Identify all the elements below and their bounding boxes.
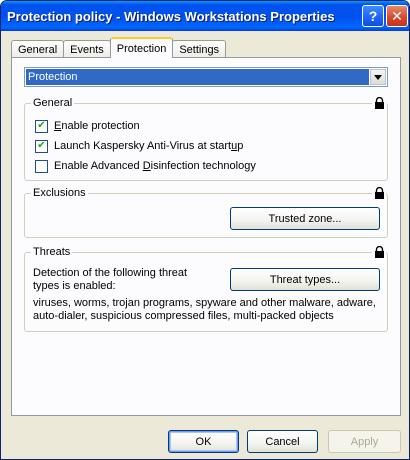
threat-types-button[interactable]: Threat types... xyxy=(230,268,380,291)
exclusions-group: Exclusions Trusted zone... xyxy=(24,186,388,238)
exclusions-group-legend: Exclusions xyxy=(31,186,88,200)
trusted-zone-button[interactable]: Trusted zone... xyxy=(230,207,380,230)
threats-description: Detection of the following threat types … xyxy=(33,267,188,292)
lock-icon[interactable] xyxy=(372,186,386,200)
general-group-legend: General xyxy=(31,96,75,110)
ok-button[interactable]: OK xyxy=(168,430,239,453)
protection-tab-panel: Protection General ✔ Enable protection ✔… xyxy=(11,57,401,416)
enable-protection-label: Enable protection xyxy=(54,120,140,132)
launch-at-startup-checkbox[interactable]: ✔ xyxy=(35,139,48,153)
properties-dialog: Protection policy - Windows Workstations… xyxy=(0,0,410,460)
tab-protection[interactable]: Protection xyxy=(109,37,174,58)
close-button[interactable]: ✕ xyxy=(386,5,408,27)
tab-general[interactable]: General xyxy=(11,40,65,58)
tab-settings[interactable]: Settings xyxy=(172,40,227,58)
lock-icon[interactable] xyxy=(372,245,386,259)
window-title: Protection policy - Windows Workstations… xyxy=(7,8,335,24)
component-select[interactable]: Protection xyxy=(24,67,388,87)
tab-strip: General Events Protection Settings xyxy=(11,37,227,58)
cancel-button[interactable]: Cancel xyxy=(247,430,318,453)
launch-at-startup-label: Launch Kaspersky Anti-Virus at startup xyxy=(54,140,244,152)
chevron-down-icon[interactable] xyxy=(370,69,386,85)
lock-icon[interactable] xyxy=(372,96,386,110)
enable-protection-checkbox[interactable]: ✔ xyxy=(35,119,48,133)
enable-protection-option[interactable]: ✔ Enable protection xyxy=(35,119,140,133)
apply-button[interactable]: Apply xyxy=(328,430,401,453)
advanced-disinfection-label: Enable Advanced Disinfection technology xyxy=(54,160,256,172)
advanced-disinfection-option[interactable]: Enable Advanced Disinfection technology xyxy=(35,159,256,173)
tab-events[interactable]: Events xyxy=(63,40,111,58)
launch-at-startup-option[interactable]: ✔ Launch Kaspersky Anti-Virus at startup xyxy=(35,139,243,153)
title-bar[interactable]: Protection policy - Windows Workstations… xyxy=(1,1,409,31)
general-group: General ✔ Enable protection ✔ Launch Kas… xyxy=(24,96,388,181)
component-select-value: Protection xyxy=(26,69,369,85)
threats-group-legend: Threats xyxy=(31,245,73,259)
advanced-disinfection-checkbox[interactable] xyxy=(35,159,48,173)
enabled-threat-list: viruses, worms, trojan programs, spyware… xyxy=(33,297,376,322)
help-button[interactable]: ? xyxy=(362,5,384,27)
threats-group: Threats Detection of the following threa… xyxy=(24,245,388,332)
